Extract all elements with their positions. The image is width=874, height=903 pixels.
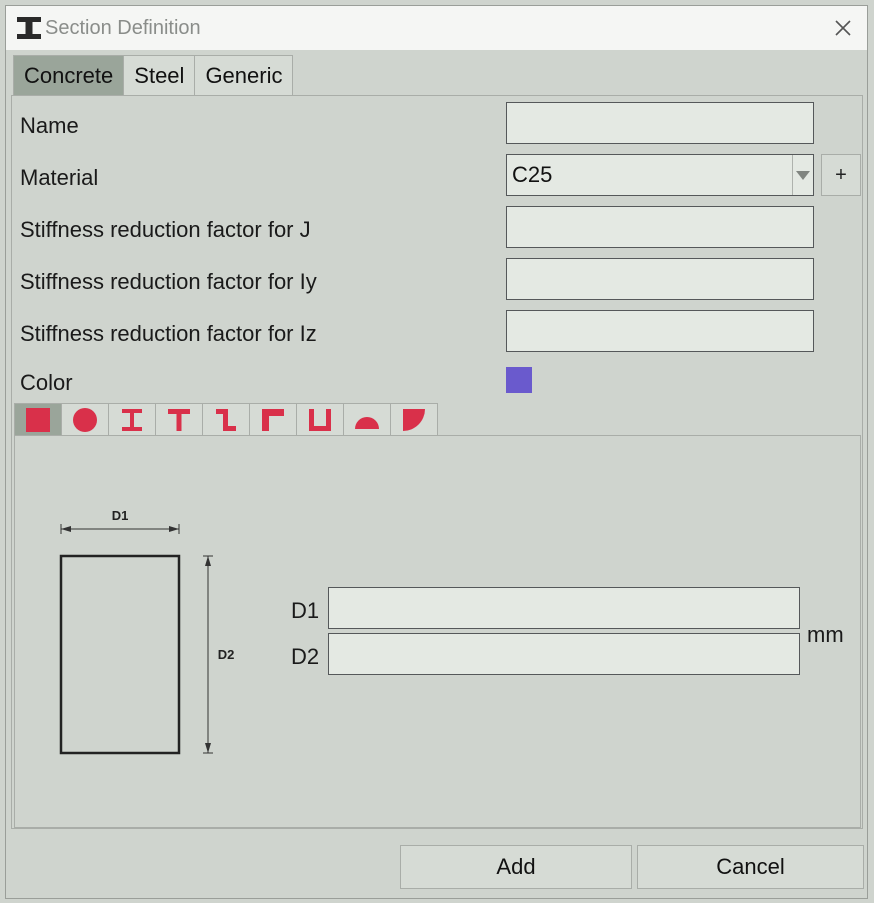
rectangle-section-icon (26, 408, 50, 432)
d1-field[interactable] (328, 587, 800, 629)
shape-tab-quarter-circle[interactable] (390, 403, 438, 436)
shape-tab-circle[interactable] (61, 403, 109, 436)
shape-tab-i[interactable] (108, 403, 156, 436)
quarter-circle-section-icon (403, 409, 425, 431)
l-section-icon (262, 409, 284, 431)
shape-tab-rectangle[interactable] (14, 403, 62, 436)
d1-label: D1 (291, 598, 320, 623)
rectangle-outline (59, 554, 181, 755)
section-type-tabs: Concrete Steel Generic (13, 55, 294, 95)
tab-generic[interactable]: Generic (194, 55, 294, 95)
shape-tab-z[interactable] (202, 403, 250, 436)
d1-arrow-left-icon (61, 526, 71, 532)
cancel-button[interactable]: Cancel (637, 845, 864, 889)
window-title: Section Definition (45, 17, 201, 39)
unit-label: mm (807, 622, 844, 647)
d2-arrow-top-icon (205, 556, 211, 566)
circle-section-icon (73, 408, 97, 432)
iy-factor-field[interactable] (506, 258, 814, 300)
rectangle-dimension-diagram: D1 D2 (59, 508, 235, 755)
add-material-button[interactable]: + (821, 154, 861, 196)
shape-tab-l[interactable] (249, 403, 297, 436)
concrete-panel: Name Material C25 + Stiffness reduction … (11, 95, 863, 829)
name-label: Name (20, 113, 79, 138)
j-factor-label: Stiffness reduction factor for J (20, 217, 311, 242)
material-label: Material (20, 165, 99, 190)
material-select[interactable]: C25 (506, 154, 814, 196)
close-button[interactable] (829, 14, 857, 42)
section-definition-dialog: Section Definition Concrete Steel Generi… (5, 5, 868, 899)
j-factor-field[interactable] (506, 206, 814, 248)
diagram-d1-label: D1 (112, 508, 129, 523)
iy-factor-label: Stiffness reduction factor for Iy (20, 269, 317, 294)
shape-tab-u[interactable] (296, 403, 344, 436)
iz-factor-field[interactable] (506, 310, 814, 352)
t-section-icon (168, 409, 190, 431)
z-section-icon (216, 409, 236, 431)
i-section-icon (122, 409, 142, 431)
color-label: Color (20, 370, 73, 395)
iz-factor-label: Stiffness reduction factor for Iz (20, 321, 317, 346)
shape-tab-semicircle[interactable] (343, 403, 391, 436)
d1-arrow-right-icon (169, 526, 179, 532)
diagram-d2-label: D2 (218, 647, 235, 662)
close-icon (835, 20, 851, 36)
semicircle-section-icon (355, 417, 379, 429)
d2-field[interactable] (328, 633, 800, 675)
title-bar: Section Definition (6, 6, 867, 50)
color-swatch[interactable] (506, 367, 532, 393)
add-button[interactable]: Add (400, 845, 632, 889)
i-beam-app-icon (17, 17, 41, 39)
shape-tab-t[interactable] (155, 403, 203, 436)
d2-label: D2 (291, 644, 320, 669)
d2-arrow-bottom-icon (205, 743, 211, 753)
chevron-down-icon[interactable] (792, 155, 813, 195)
rectangle-section-panel: D1 D2 D1 D2 mm (14, 435, 861, 828)
u-section-icon (309, 409, 331, 431)
name-field[interactable] (506, 102, 814, 144)
shape-tabs (14, 403, 438, 436)
tab-concrete[interactable]: Concrete (13, 55, 125, 95)
material-value: C25 (512, 162, 553, 187)
tab-steel[interactable]: Steel (123, 55, 196, 95)
